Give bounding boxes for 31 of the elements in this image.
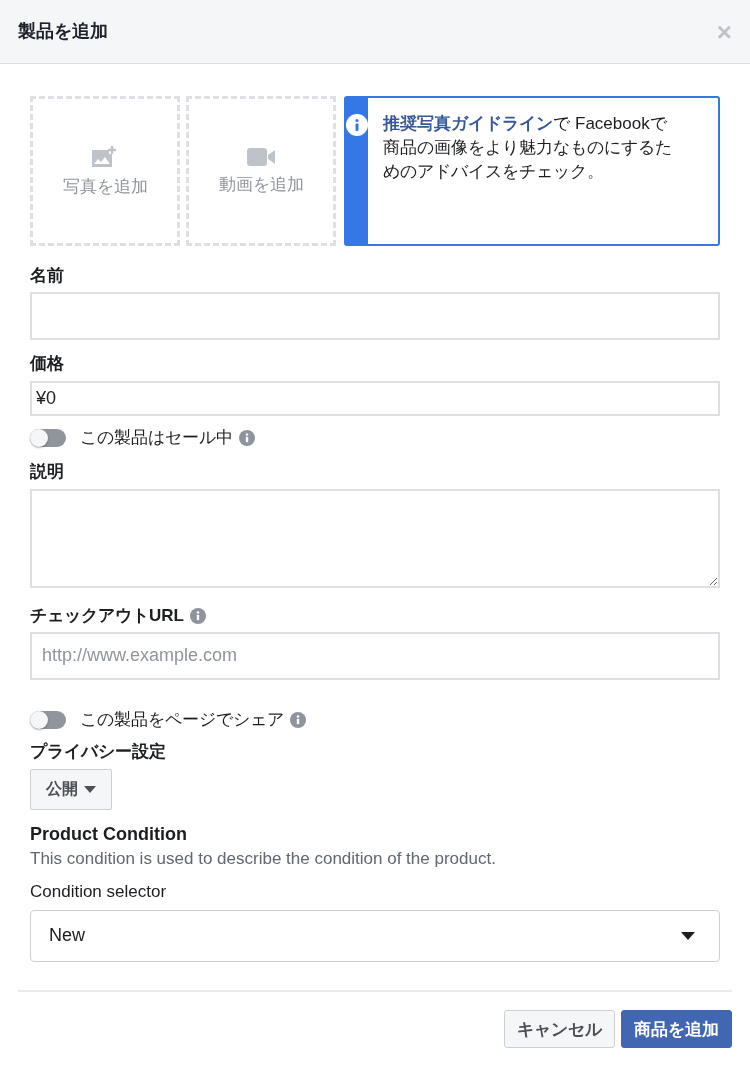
- field-label: Condition selector: [30, 881, 167, 903]
- info-icon: [189, 607, 206, 624]
- condition-select[interactable]: New: [30, 910, 720, 963]
- field-label: プライバシー設定: [30, 742, 166, 763]
- tile-label: 動画を追加: [218, 174, 304, 196]
- toggle-switch[interactable]: [30, 428, 66, 447]
- dialog-title: 製品を追加: [18, 20, 108, 43]
- toggle-switch[interactable]: [30, 711, 66, 730]
- price-input[interactable]: ¥0: [30, 380, 720, 416]
- add-product-button[interactable]: 商品を追加: [621, 1010, 732, 1049]
- guideline-text: 推奨写真ガイドラインで Facebookで商品の画像をより魅力なものにするためのアドバイスをチェック。: [381, 113, 674, 183]
- toggle-label: この製品はセール中: [80, 427, 233, 449]
- privacy-dropdown[interactable]: 公開: [30, 768, 112, 810]
- toggle-label: この製品をページでシェア: [80, 709, 284, 731]
- field-label: 価格: [30, 354, 64, 375]
- field-label: 名前: [30, 266, 64, 287]
- cancel-button[interactable]: キャンセル: [504, 1010, 615, 1049]
- section-title: Product Condition: [30, 823, 187, 846]
- info-icon: [290, 712, 306, 729]
- field-label: 説明: [30, 462, 64, 483]
- section-description: This condition is used to describe the condition of the product.: [30, 849, 496, 870]
- name-input[interactable]: [30, 292, 720, 341]
- image-icon: [91, 144, 119, 169]
- caret-icon: [84, 785, 96, 793]
- field-label: チェックアウトURL: [30, 605, 184, 626]
- guideline-link[interactable]: 推奨写真ガイドライン: [383, 114, 554, 133]
- tile-label: 写真を追加: [62, 176, 148, 198]
- caret-icon: [681, 932, 695, 941]
- url-input[interactable]: http://www.example.com: [30, 631, 720, 680]
- video-camera-icon: [246, 146, 276, 167]
- info-icon: [239, 429, 255, 446]
